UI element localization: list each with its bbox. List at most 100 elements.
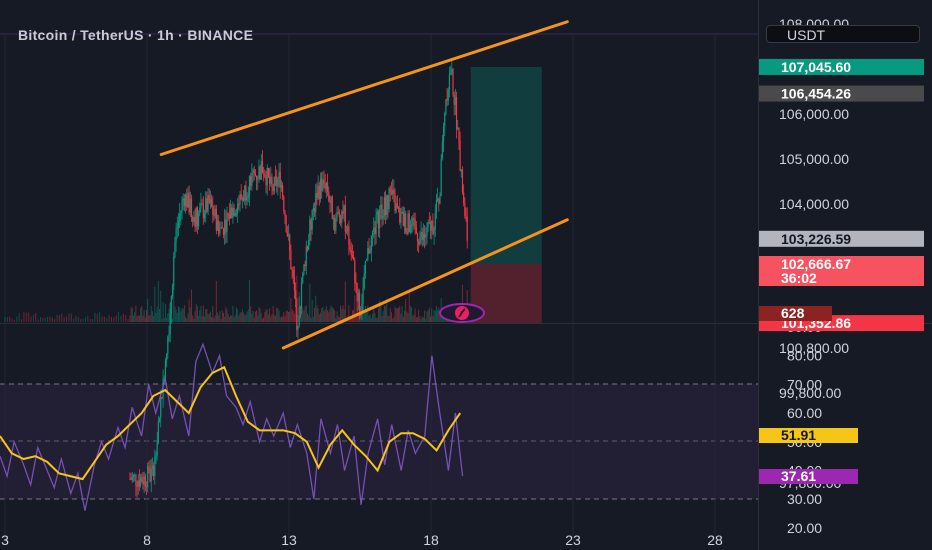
candle-body — [203, 213, 206, 219]
volume-bar — [382, 311, 384, 322]
volume-bar — [37, 319, 39, 322]
candle-body — [207, 194, 209, 212]
volume-bar — [247, 309, 249, 322]
volume-bar — [252, 310, 254, 322]
candle-body — [407, 213, 409, 234]
volume-bar — [187, 313, 189, 322]
candle-body — [396, 203, 398, 208]
candle-body — [455, 97, 458, 130]
candle-body — [322, 179, 324, 191]
volume-bar — [315, 295, 317, 322]
candle-body — [161, 397, 163, 399]
volume-bar — [168, 308, 170, 322]
candle-body — [429, 222, 432, 231]
volume-bar — [373, 307, 375, 322]
volume-bar — [286, 310, 288, 322]
volume-bar — [370, 318, 372, 322]
volume-bar — [211, 317, 213, 322]
candle-body — [376, 211, 378, 215]
candle-body — [355, 283, 357, 285]
volume-bar — [127, 319, 129, 322]
volume-bar — [269, 308, 271, 322]
volume-bar — [176, 313, 178, 322]
volume-bar — [179, 307, 181, 322]
candle-body — [213, 214, 215, 216]
volume-bar — [30, 316, 32, 322]
candle-body — [466, 216, 468, 241]
volume-bar — [228, 316, 230, 322]
volume-bar — [58, 315, 60, 322]
candle-body — [439, 195, 441, 204]
volume-bar — [146, 309, 148, 322]
candle-body — [221, 226, 223, 229]
volume-bar — [396, 308, 398, 322]
candle-body — [265, 177, 267, 186]
volume-bar — [256, 310, 258, 322]
candle-body — [287, 234, 290, 237]
volume-bar — [368, 315, 370, 322]
candle-body — [384, 197, 387, 215]
candle-body — [381, 204, 383, 219]
candle-body — [401, 211, 403, 213]
volume-bar — [44, 317, 46, 322]
candle-body — [136, 485, 138, 488]
volume-bar — [388, 315, 390, 322]
candle-body — [344, 205, 346, 232]
volume-bar — [433, 309, 435, 322]
candle-body — [158, 417, 161, 422]
candle-body — [383, 197, 385, 216]
candle-body — [402, 211, 404, 227]
candle-body — [295, 290, 297, 300]
volume-bar — [336, 311, 338, 322]
candle-body — [209, 198, 212, 203]
candle-body — [435, 200, 438, 213]
candle-body — [138, 480, 141, 486]
currency-button[interactable]: USDT — [766, 25, 920, 43]
volume-bar — [13, 319, 15, 322]
volume-bar — [412, 315, 414, 322]
candle-body — [357, 292, 359, 302]
rsi-axis-label: 60.00 — [787, 405, 822, 421]
time-axis-label: 3 — [1, 532, 9, 548]
volume-bar — [363, 311, 365, 322]
candle-body — [150, 468, 152, 482]
volume-bar — [248, 279, 250, 322]
volume-bar — [243, 312, 245, 322]
volume-bar — [167, 313, 169, 322]
candle-body — [370, 235, 372, 252]
candle-body — [311, 209, 313, 230]
candle-body — [326, 182, 329, 192]
volume-bar — [264, 312, 266, 322]
volume-bar — [220, 318, 222, 322]
candle-body — [227, 213, 229, 215]
candle-body — [356, 283, 358, 302]
candle-body — [184, 194, 187, 207]
volume-bar — [92, 319, 94, 322]
candle-body — [241, 198, 243, 200]
candle-body — [302, 273, 304, 283]
volume-bar — [261, 318, 263, 322]
volume-bar — [174, 306, 176, 322]
volume-bar — [399, 305, 401, 322]
volume-bar — [400, 313, 402, 322]
volume-bar — [376, 317, 378, 322]
candle-body — [130, 478, 132, 480]
candle-body — [219, 228, 221, 234]
candle-body — [261, 161, 264, 174]
volume-bar — [25, 312, 27, 322]
rsi-value-label: 51.91 — [781, 427, 816, 443]
price-chart[interactable]: 109,000.00108,000.00106,000.00105,000.00… — [0, 0, 932, 550]
rsi-axis-label: 20.00 — [787, 520, 822, 536]
indicator-logo-icon[interactable] — [439, 303, 485, 323]
volume-bar — [434, 310, 436, 322]
volume-bar — [310, 317, 312, 322]
volume-bar — [134, 312, 136, 322]
long-position-tool[interactable] — [470, 66, 542, 324]
volume-bar — [425, 318, 427, 322]
candle-body — [154, 457, 156, 477]
volume-bar — [260, 313, 262, 322]
candle-body — [408, 213, 410, 232]
candle-body — [170, 296, 172, 314]
candle-body — [199, 207, 201, 214]
volume-bar — [414, 308, 416, 322]
